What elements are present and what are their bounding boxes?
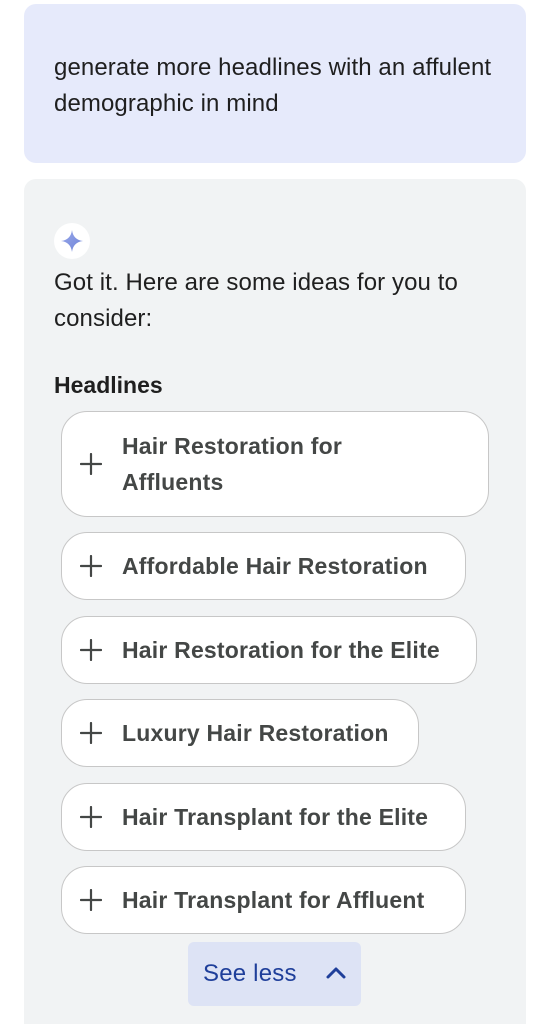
headlines-section-title: Headlines: [54, 372, 163, 398]
sparkle-icon: [54, 223, 90, 259]
response-intro-text: Got it. Here are some ideas for you to c…: [54, 269, 458, 332]
plus-icon: [80, 889, 102, 911]
plus-icon: [80, 453, 102, 475]
headline-chip-label: Luxury Hair Restoration: [122, 720, 389, 746]
chevron-up-icon: [326, 967, 346, 979]
assistant-response-card: Got it. Here are some ideas for you to c…: [24, 179, 526, 1024]
headline-chip[interactable]: Hair Transplant for the Elite: [61, 783, 466, 851]
plus-icon: [80, 555, 102, 577]
plus-icon: [80, 639, 102, 661]
headline-chip[interactable]: Luxury Hair Restoration: [61, 699, 419, 767]
headline-chip-label: Hair Transplant for Affluent: [122, 887, 425, 913]
headline-chip[interactable]: Hair Transplant for Affluent: [61, 866, 466, 934]
headline-chip-label: Affordable Hair Restoration: [122, 553, 428, 579]
user-message-bubble: generate more headlines with an affulent…: [24, 4, 526, 163]
see-less-button[interactable]: See less: [188, 942, 361, 1006]
plus-icon: [80, 722, 102, 744]
see-less-label: See less: [203, 960, 297, 987]
headline-chip[interactable]: Hair Restoration for the Elite: [61, 616, 477, 684]
headline-chip-label: Hair Restoration for the Elite: [122, 637, 440, 663]
plus-icon: [80, 806, 102, 828]
headline-chip-label: Hair Transplant for the Elite: [122, 804, 429, 830]
headline-chip[interactable]: Hair Restoration for Affluents: [61, 411, 489, 517]
headline-chip[interactable]: Affordable Hair Restoration: [61, 532, 466, 600]
headline-chip-label: Hair Restoration for Affluents: [122, 433, 342, 495]
user-message-text: generate more headlines with an affulent…: [54, 54, 492, 117]
